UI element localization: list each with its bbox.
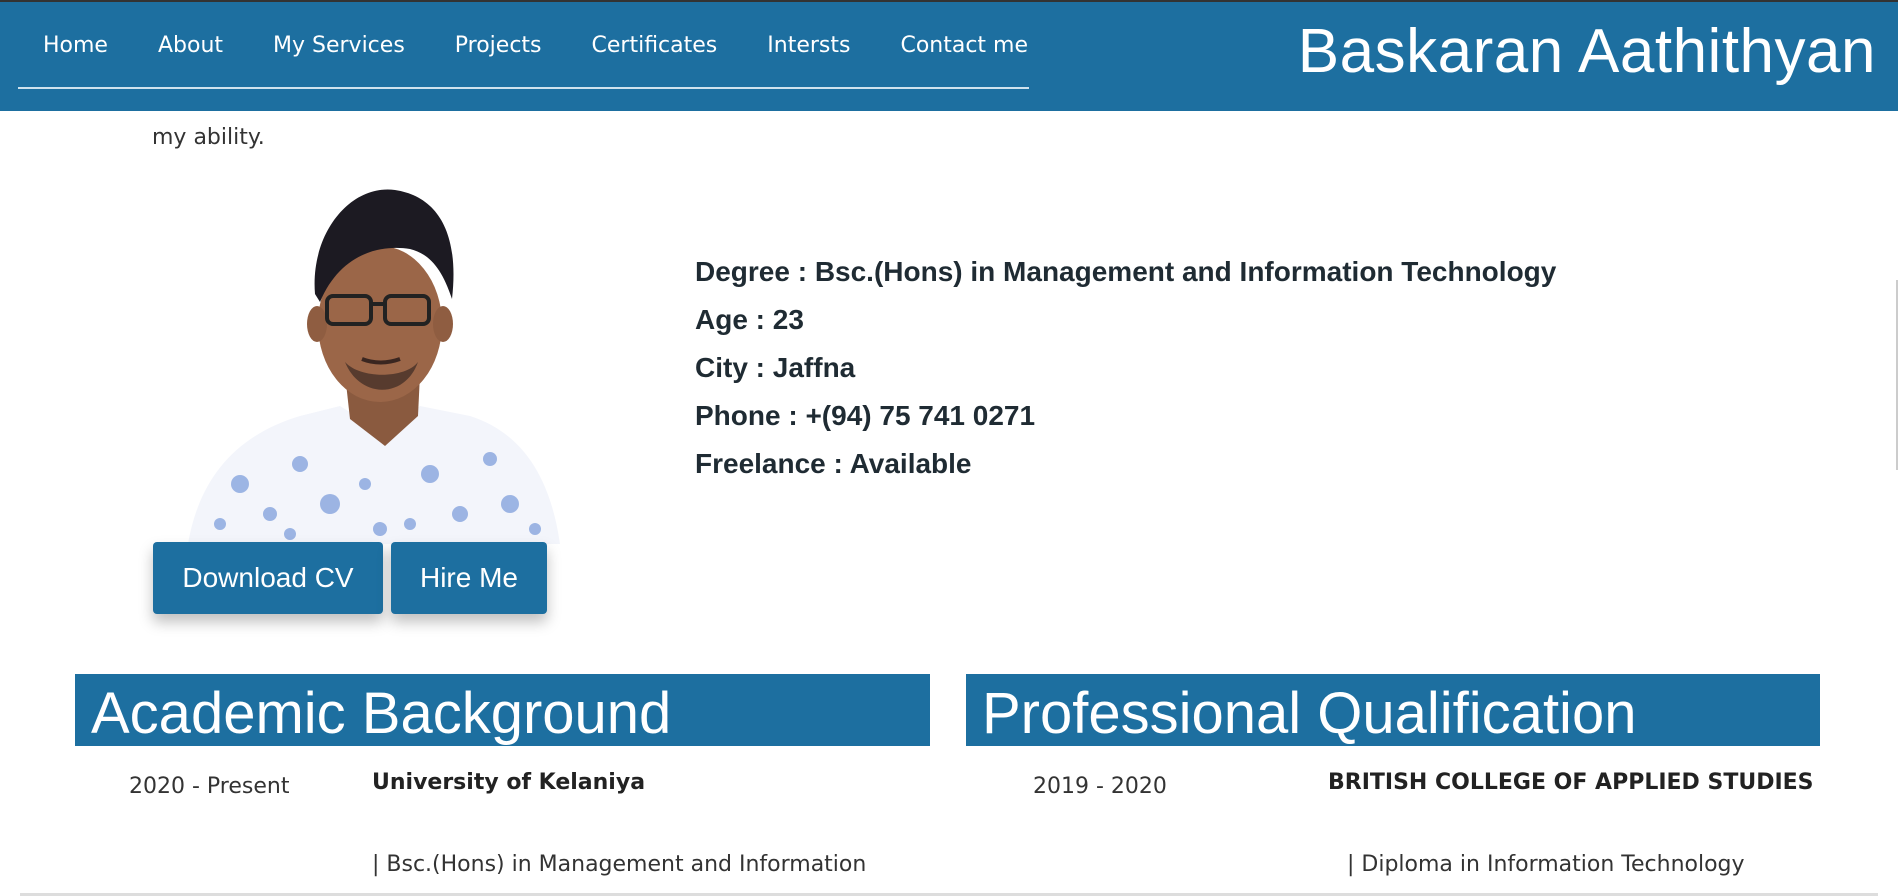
academic-institution: University of Kelaniya	[372, 770, 646, 795]
professional-course: | Diploma in Information Technology	[1347, 852, 1745, 877]
profile-details: Degree : Bsc.(Hons) in Management and In…	[695, 248, 1556, 488]
professional-period: 2019 - 2020	[1033, 774, 1167, 799]
nav-home[interactable]: Home	[18, 33, 133, 58]
site-brand[interactable]: Baskaran Aathithyan	[1298, 16, 1876, 87]
academic-background-heading: Academic Background	[75, 674, 930, 746]
academic-course: | Bsc.(Hons) in Management and Informati…	[372, 852, 867, 877]
nav-interests[interactable]: Intersts	[742, 33, 875, 58]
professional-institution: BRITISH COLLEGE OF APPLIED STUDIES	[1328, 770, 1814, 795]
nav-certificates[interactable]: Certificates	[567, 33, 743, 58]
detail-phone: Phone : +(94) 75 741 0271	[695, 400, 1036, 431]
about-text-last-line: my ability.	[152, 125, 265, 150]
detail-degree: Degree : Bsc.(Hons) in Management and In…	[695, 256, 1557, 287]
navbar: Home About My Services Projects Certific…	[0, 2, 1898, 111]
detail-freelance: Freelance : Available	[695, 448, 972, 479]
detail-city: City : Jaffna	[695, 352, 856, 383]
nav-about[interactable]: About	[133, 33, 248, 58]
nav-underline	[18, 87, 1029, 89]
nav-my-services[interactable]: My Services	[248, 33, 430, 58]
nav-menu: Home About My Services Projects Certific…	[18, 2, 1053, 88]
nav-projects[interactable]: Projects	[430, 33, 567, 58]
professional-qualification-heading: Professional Qualification	[966, 674, 1820, 746]
detail-age: Age : 23	[695, 304, 804, 335]
nav-contact-me[interactable]: Contact me	[875, 33, 1053, 58]
download-cv-button[interactable]: Download CV	[153, 542, 383, 614]
profile-photo	[180, 184, 580, 544]
academic-period: 2020 - Present	[129, 774, 290, 799]
hire-me-button[interactable]: Hire Me	[391, 542, 547, 614]
